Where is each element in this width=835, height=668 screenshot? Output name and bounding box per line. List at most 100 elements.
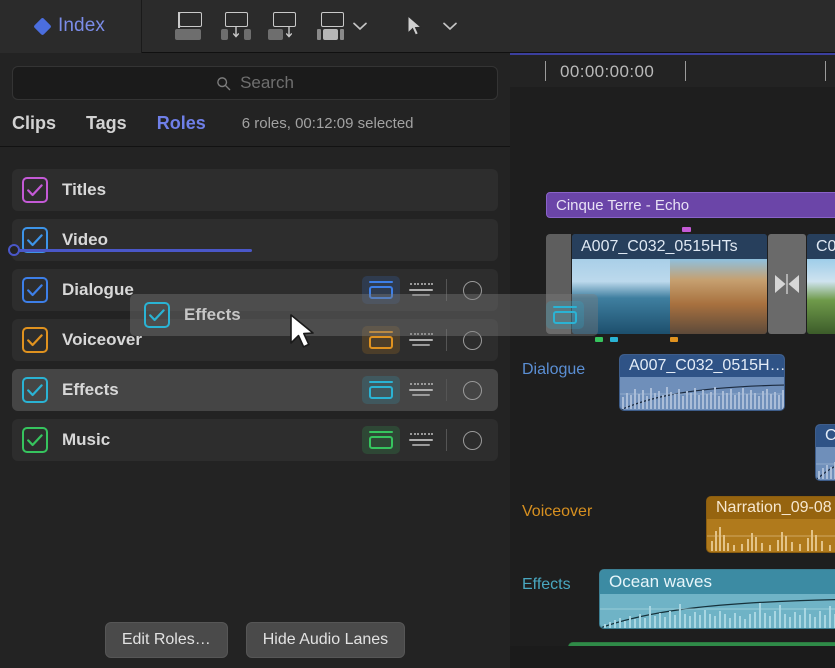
check-icon — [27, 284, 43, 297]
tab-clips[interactable]: Clips — [12, 113, 56, 134]
insert-clip-button[interactable] — [260, 6, 308, 46]
top-toolbar: Index — [0, 0, 510, 53]
audio-clip-effects-1[interactable]: Ocean waves — [599, 569, 835, 629]
append-to-storyline-button[interactable] — [212, 6, 260, 46]
thumbnail — [807, 259, 835, 334]
audio-clip-voiceover-1[interactable]: Narration_09-08 — [706, 496, 835, 553]
role-checkbox-titles[interactable] — [22, 177, 48, 203]
waveform — [707, 519, 835, 552]
role-marker-music[interactable] — [595, 337, 603, 342]
video-clip-1-thumbnails — [572, 259, 767, 334]
tab-tags[interactable]: Tags — [86, 113, 127, 134]
toolbar-right-background — [510, 0, 835, 53]
tool-chevron-down-icon[interactable] — [442, 18, 458, 34]
audio-lane-toggle-dialogue[interactable] — [362, 276, 400, 304]
toolbar-button-group — [164, 6, 458, 46]
role-label: Effects — [62, 380, 119, 400]
solo-toggle-voiceover[interactable] — [456, 326, 488, 354]
audio-lane-icon — [368, 281, 394, 299]
subroles-toggle-dialogue[interactable] — [400, 276, 442, 304]
role-label: Dialogue — [62, 280, 134, 300]
video-clip-1-name: A007_C032_0515HTs — [572, 234, 767, 259]
index-tabs: Clips Tags Roles 6 roles, 00:12:09 selec… — [0, 100, 510, 147]
subroles-toggle-effects[interactable] — [400, 376, 442, 404]
edit-roles-button[interactable]: Edit Roles… — [105, 622, 228, 658]
role-checkbox-music[interactable] — [22, 427, 48, 453]
solo-toggle-music[interactable] — [456, 426, 488, 454]
check-icon — [27, 434, 43, 447]
role-checkbox-voiceover[interactable] — [22, 327, 48, 353]
waveform — [600, 594, 835, 628]
audio-clip-dialogue-2-name: C0 — [816, 425, 835, 447]
role-row-controls — [362, 276, 488, 304]
role-row-controls — [362, 426, 488, 454]
role-row-controls — [362, 376, 488, 404]
check-icon — [27, 184, 43, 197]
timeline-body: Cinque Terre - Echo A007_C032_0515HTs — [510, 87, 835, 668]
role-row-music[interactable]: Music — [12, 419, 498, 461]
control-divider — [446, 329, 447, 351]
roles-list: Titles Video Dialogue Voiceover Effects Music — [0, 147, 510, 461]
ruler-tick — [685, 61, 686, 81]
audio-lane-toggle-voiceover[interactable] — [362, 326, 400, 354]
final-cut-pro-index-window: Index — [0, 0, 835, 668]
timeline-appearance-button[interactable] — [308, 6, 356, 46]
hide-audio-lanes-button[interactable]: Hide Audio Lanes — [246, 622, 405, 658]
timeline-panel[interactable]: 00:00:00:00 Cinque Terre - Echo A007_C03… — [510, 53, 835, 668]
subroles-icon — [409, 282, 433, 298]
diamond-icon — [33, 17, 51, 35]
clip-trim-handle-left[interactable] — [546, 234, 571, 334]
video-clip-2-name: C00 — [807, 234, 835, 259]
role-marker-effects[interactable] — [610, 337, 618, 342]
audio-clip-dialogue-2[interactable]: C0 — [815, 424, 835, 481]
audio-clip-dialogue-1[interactable]: A007_C032_0515H… — [619, 354, 785, 411]
timeline-bottom-strip — [510, 646, 835, 668]
select-tool-button[interactable] — [394, 6, 434, 46]
lane-label-voiceover: Voiceover — [522, 503, 592, 521]
video-clip-2-thumbnails — [807, 259, 835, 334]
timeline-ruler[interactable]: 00:00:00:00 — [510, 55, 835, 87]
solo-toggle-dialogue[interactable] — [456, 276, 488, 304]
subroles-toggle-voiceover[interactable] — [400, 326, 442, 354]
search-container: Search — [0, 53, 510, 100]
video-clip-2[interactable]: C00 — [807, 234, 835, 334]
append-to-storyline-icon — [219, 12, 253, 40]
show-index-button[interactable] — [164, 6, 212, 46]
ruler-tick — [545, 61, 546, 81]
role-row-dialogue[interactable]: Dialogue — [12, 269, 498, 311]
role-row-titles[interactable]: Titles — [12, 169, 498, 211]
role-checkbox-effects[interactable] — [22, 377, 48, 403]
audio-lane-icon — [368, 331, 394, 349]
solo-icon — [463, 331, 482, 350]
audio-lane-icon — [368, 431, 394, 449]
audio-clip-effects-1-name: Ocean waves — [600, 570, 835, 594]
timeline-appearance-icon — [315, 12, 349, 40]
control-divider — [446, 379, 447, 401]
show-index-icon — [171, 12, 205, 40]
audio-lane-toggle-music[interactable] — [362, 426, 400, 454]
subroles-icon — [409, 332, 433, 348]
role-label: Video — [62, 230, 108, 250]
tab-roles[interactable]: Roles — [157, 113, 206, 134]
role-row-voiceover[interactable]: Voiceover — [12, 319, 498, 361]
role-row-video[interactable]: Video — [12, 219, 498, 261]
solo-toggle-effects[interactable] — [456, 376, 488, 404]
marker-icon[interactable] — [682, 227, 691, 232]
check-icon — [27, 234, 43, 247]
subroles-toggle-music[interactable] — [400, 426, 442, 454]
check-icon — [27, 384, 43, 397]
search-placeholder: Search — [240, 73, 294, 93]
control-divider — [446, 279, 447, 301]
arrow-tool-icon — [406, 15, 423, 38]
video-clip-1[interactable]: A007_C032_0515HTs — [572, 234, 767, 334]
audio-lane-toggle-effects[interactable] — [362, 376, 400, 404]
role-row-effects[interactable]: Effects — [12, 369, 498, 411]
role-marker-voiceover[interactable] — [670, 337, 678, 342]
index-tab-button[interactable]: Index — [0, 0, 142, 53]
thumbnail — [670, 259, 768, 334]
search-input[interactable]: Search — [12, 66, 498, 100]
title-clip[interactable]: Cinque Terre - Echo — [546, 192, 835, 218]
transition-clip[interactable] — [768, 234, 806, 334]
role-checkbox-dialogue[interactable] — [22, 277, 48, 303]
solo-icon — [463, 431, 482, 450]
